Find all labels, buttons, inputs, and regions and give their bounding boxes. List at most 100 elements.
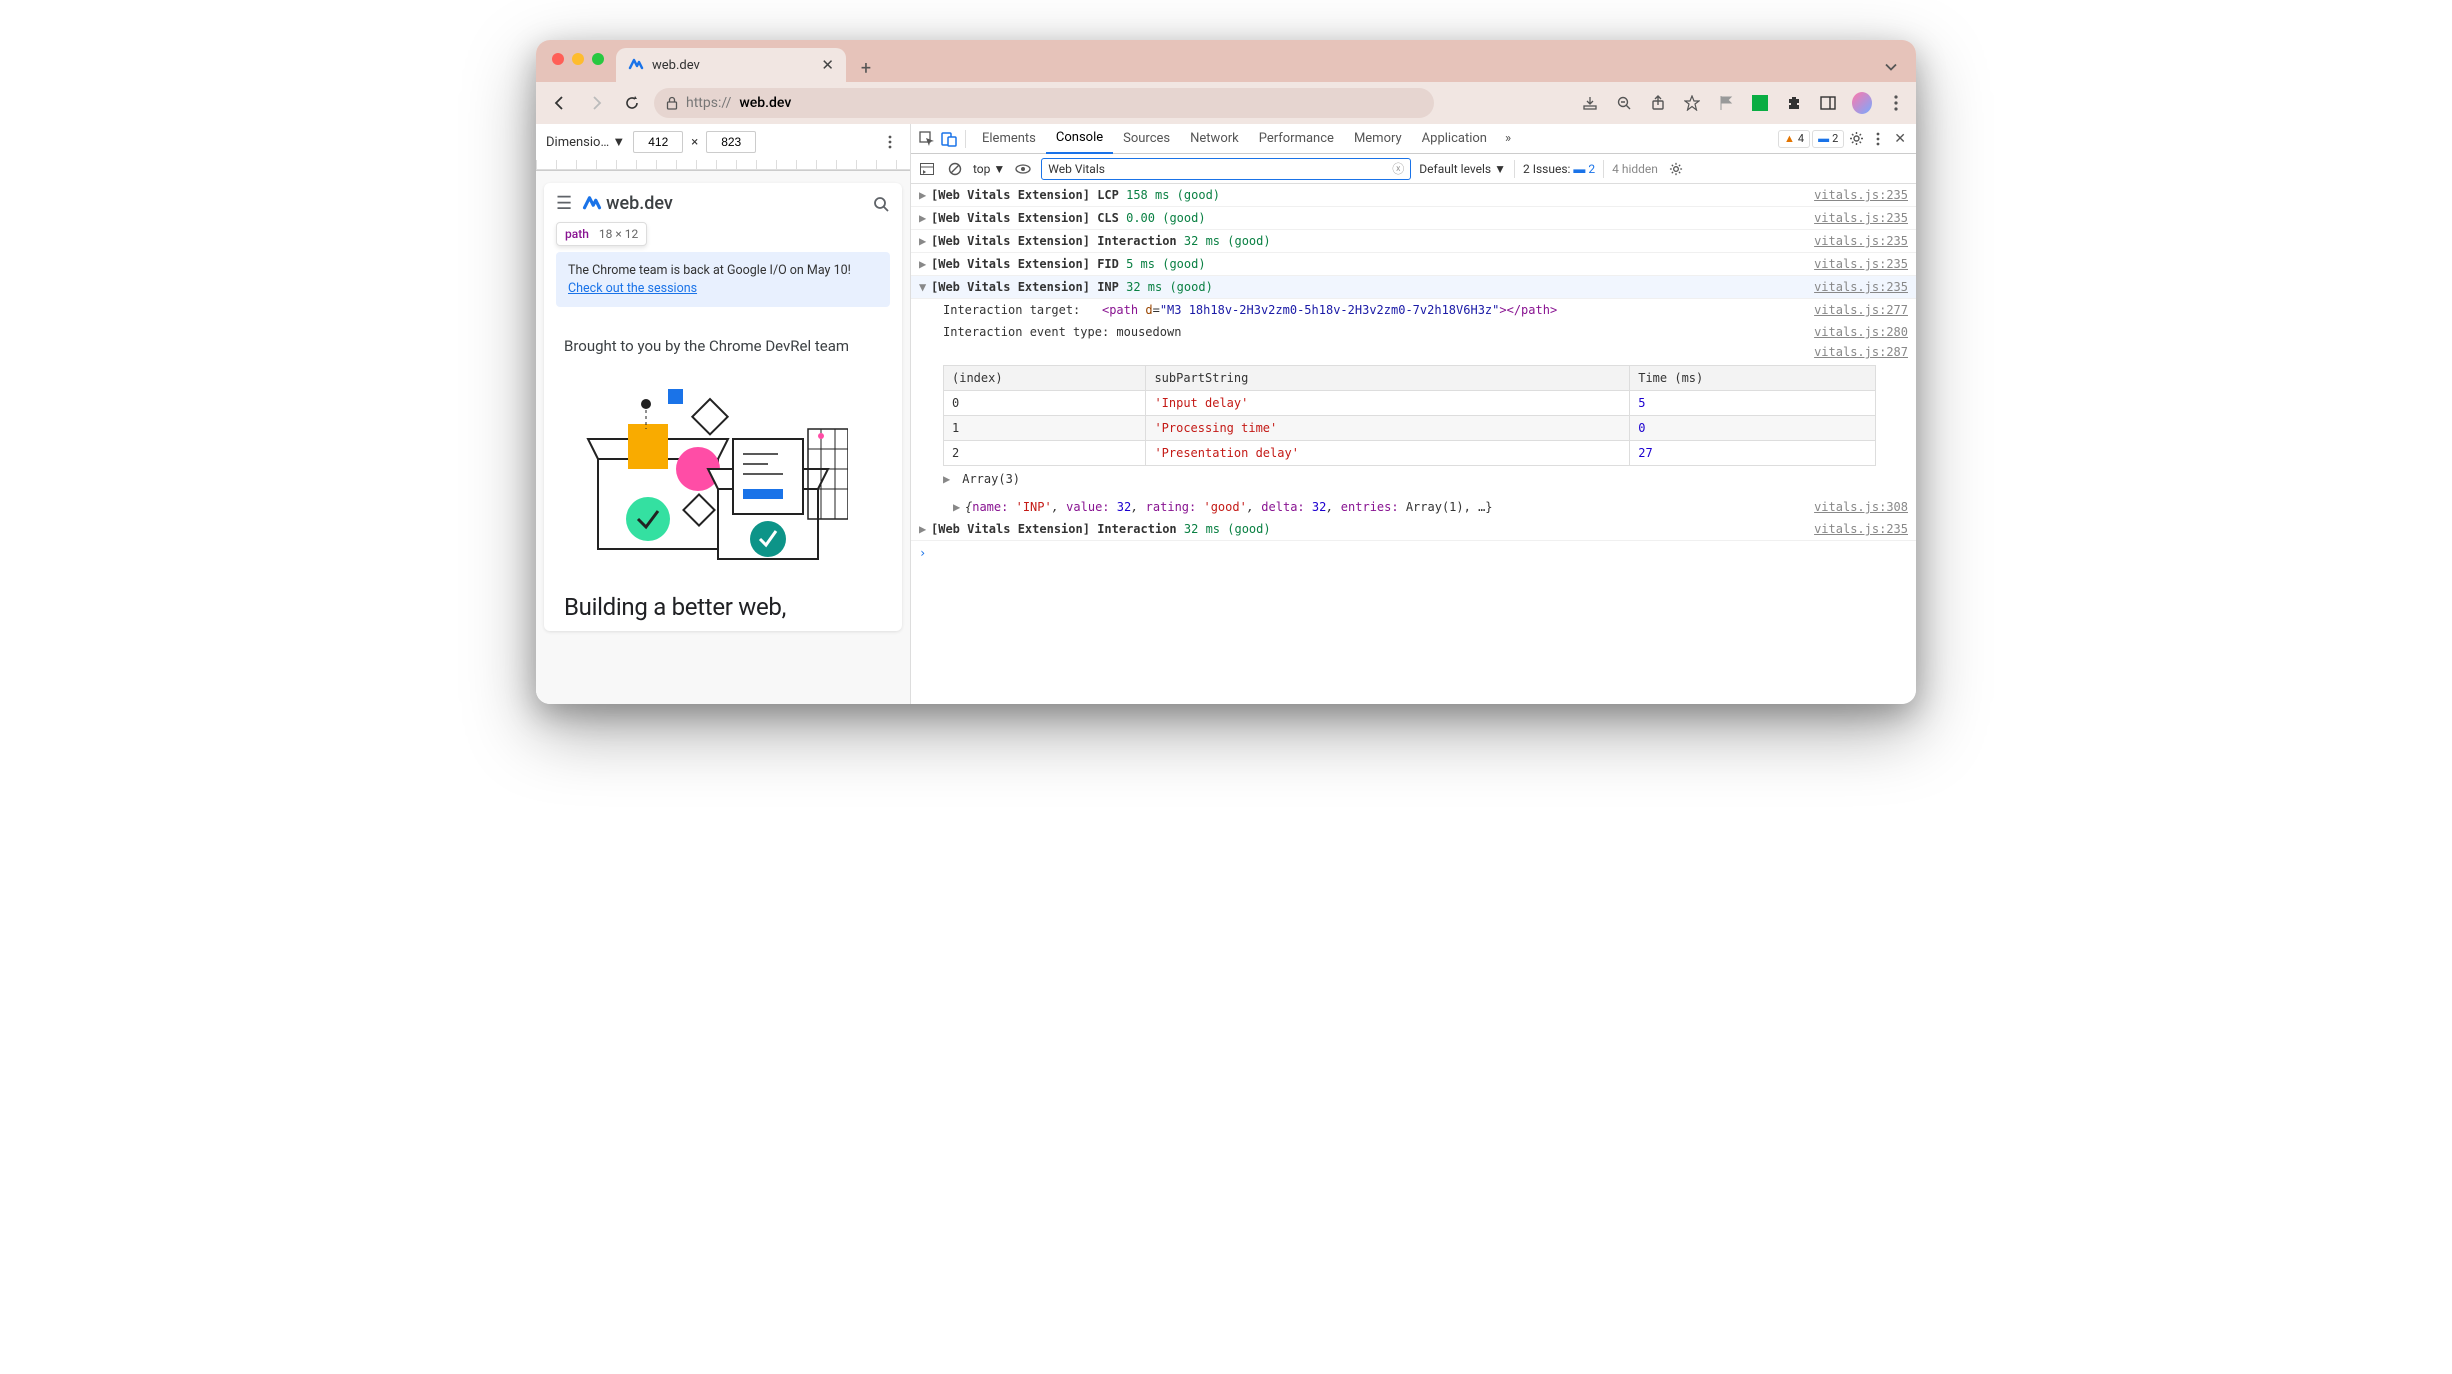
- devtools-tab-sources[interactable]: Sources: [1113, 124, 1180, 154]
- levels-dropdown[interactable]: Default levels ▼: [1419, 162, 1506, 176]
- console-output: ▶[Web Vitals Extension] LCP 158 ms (good…: [911, 184, 1916, 704]
- hero-illustration: [556, 369, 890, 579]
- table-row: 1'Processing time'0: [944, 416, 1876, 441]
- clear-console-icon[interactable]: [945, 159, 965, 179]
- height-input[interactable]: [706, 131, 756, 153]
- reload-button[interactable]: [618, 89, 646, 117]
- devtools-tab-network[interactable]: Network: [1180, 124, 1249, 154]
- url-prefix: https://: [686, 95, 731, 111]
- devtools-tab-elements[interactable]: Elements: [972, 124, 1046, 154]
- log-row[interactable]: ▶[Web Vitals Extension] Interaction 32 m…: [911, 230, 1916, 253]
- tab-strip: web.dev ✕ +: [536, 40, 1916, 82]
- close-window[interactable]: [552, 53, 564, 65]
- devtools-tab-memory[interactable]: Memory: [1344, 124, 1412, 154]
- context-selector[interactable]: top ▼: [973, 162, 1005, 176]
- clear-filter-icon[interactable]: ⓧ: [1392, 160, 1404, 177]
- source-link[interactable]: vitals.js:287: [1814, 343, 1908, 361]
- log-row[interactable]: ▶[Web Vitals Extension] FID 5 ms (good)v…: [911, 253, 1916, 276]
- source-link[interactable]: vitals.js:235: [1814, 186, 1908, 204]
- device-pane: Dimensio… ▼ × ☰ web.dev: [536, 124, 911, 704]
- source-link[interactable]: vitals.js:235: [1814, 232, 1908, 250]
- new-tab-button[interactable]: +: [852, 54, 880, 82]
- forward-button[interactable]: [582, 89, 610, 117]
- search-icon[interactable]: [872, 195, 890, 213]
- flag-icon[interactable]: [1716, 93, 1736, 113]
- hidden-count: 4 hidden: [1612, 162, 1658, 176]
- page-viewport: ☰ web.dev path 18 × 12 T: [536, 171, 910, 704]
- inspect-tag: path: [565, 227, 589, 241]
- more-tabs-icon[interactable]: »: [1499, 131, 1517, 146]
- console-filter-input[interactable]: Web Vitals ⓧ: [1041, 158, 1411, 180]
- page-header: ☰ web.dev: [556, 193, 890, 214]
- console-settings-icon[interactable]: [1666, 159, 1686, 179]
- dimensions-dropdown[interactable]: Dimensio… ▼: [546, 134, 625, 150]
- minimize-window[interactable]: [572, 53, 584, 65]
- devtools-tab-console[interactable]: Console: [1046, 124, 1113, 154]
- settings-gear-icon[interactable]: [1846, 129, 1866, 149]
- tab-close-icon[interactable]: ✕: [821, 56, 834, 74]
- log-row[interactable]: ▶[Web Vitals Extension] CLS 0.00 (good)v…: [911, 207, 1916, 230]
- back-button[interactable]: [546, 89, 574, 117]
- install-icon[interactable]: [1580, 93, 1600, 113]
- devtools-tabs: ElementsConsoleSourcesNetworkPerformance…: [911, 124, 1916, 154]
- table-row: 2'Presentation delay'27: [944, 441, 1876, 466]
- extensions-icon[interactable]: [1784, 93, 1804, 113]
- source-link[interactable]: vitals.js:235: [1814, 255, 1908, 273]
- log-row[interactable]: ▶ [Web Vitals Extension] Interaction 32 …: [911, 518, 1916, 541]
- devtools-close-icon[interactable]: ✕: [1890, 131, 1910, 147]
- bookmark-icon[interactable]: [1682, 93, 1702, 113]
- object-preview-row[interactable]: ▶ {name: 'INP', value: 32, rating: 'good…: [911, 496, 1916, 518]
- zoom-icon[interactable]: [1614, 93, 1634, 113]
- warnings-badge[interactable]: ▲4: [1778, 130, 1810, 148]
- devtools-panel: ElementsConsoleSourcesNetworkPerformance…: [911, 124, 1916, 704]
- issues-link[interactable]: 2 Issues: ▬ 2: [1523, 162, 1595, 176]
- sidebar-toggle-icon[interactable]: [1818, 93, 1838, 113]
- url-input[interactable]: https://web.dev: [654, 88, 1434, 118]
- chrome-top: web.dev ✕ + https://web.dev: [536, 40, 1916, 124]
- webdev-logo[interactable]: web.dev: [582, 193, 673, 214]
- device-toggle-icon[interactable]: [939, 129, 959, 149]
- source-link[interactable]: vitals.js:235: [1814, 278, 1908, 296]
- array-summary[interactable]: ▶ Array(3): [943, 468, 1916, 490]
- extension-webvitals[interactable]: [1750, 93, 1770, 113]
- tab-webdev[interactable]: web.dev ✕: [616, 48, 846, 82]
- maximize-window[interactable]: [592, 53, 604, 65]
- toolbar-right: [1580, 93, 1906, 113]
- tab-title: web.dev: [652, 58, 700, 73]
- log-row[interactable]: ▶[Web Vitals Extension] LCP 158 ms (good…: [911, 184, 1916, 207]
- source-link[interactable]: vitals.js:235: [1814, 520, 1908, 538]
- dim-times: ×: [691, 135, 698, 150]
- share-icon[interactable]: [1648, 93, 1668, 113]
- profile-avatar[interactable]: [1852, 93, 1872, 113]
- hamburger-icon[interactable]: ☰: [556, 193, 572, 214]
- devtools-tab-performance[interactable]: Performance: [1249, 124, 1344, 154]
- table-header: Time (ms): [1630, 366, 1876, 391]
- devtools-tab-application[interactable]: Application: [1412, 124, 1497, 154]
- device-kebab-icon[interactable]: [880, 132, 900, 152]
- table-header: subPartString: [1146, 366, 1630, 391]
- width-input[interactable]: [633, 131, 683, 153]
- lock-icon: [666, 96, 678, 110]
- ruler: [536, 160, 910, 170]
- live-expression-icon[interactable]: [1013, 159, 1033, 179]
- log-row-expanded[interactable]: ▼ [Web Vitals Extension] INP 32 ms (good…: [911, 276, 1916, 299]
- devtools-kebab-icon[interactable]: [1868, 129, 1888, 149]
- source-link[interactable]: vitals.js:235: [1814, 209, 1908, 227]
- source-link[interactable]: vitals.js:308: [1814, 498, 1908, 516]
- hero-heading: Building a better web,: [556, 593, 890, 621]
- inspect-element-icon[interactable]: [917, 129, 937, 149]
- inspect-dims: 18 × 12: [599, 227, 638, 241]
- source-link[interactable]: vitals.js:277: [1814, 301, 1908, 319]
- source-link[interactable]: vitals.js:280: [1814, 323, 1908, 341]
- info-badge[interactable]: ▬2: [1812, 130, 1844, 148]
- url-bar: https://web.dev: [536, 82, 1916, 124]
- console-sidebar-toggle-icon[interactable]: [917, 159, 937, 179]
- tab-overflow-icon[interactable]: [1876, 52, 1906, 82]
- kebab-menu-icon[interactable]: [1886, 93, 1906, 113]
- table-header: (index): [944, 366, 1146, 391]
- banner-link[interactable]: Check out the sessions: [568, 281, 697, 296]
- console-prompt[interactable]: ›: [911, 541, 1916, 565]
- device-toolbar: Dimensio… ▼ ×: [536, 124, 910, 171]
- console-table: (index)subPartStringTime (ms) 0'Input de…: [943, 365, 1916, 490]
- traffic-lights: [552, 53, 604, 65]
